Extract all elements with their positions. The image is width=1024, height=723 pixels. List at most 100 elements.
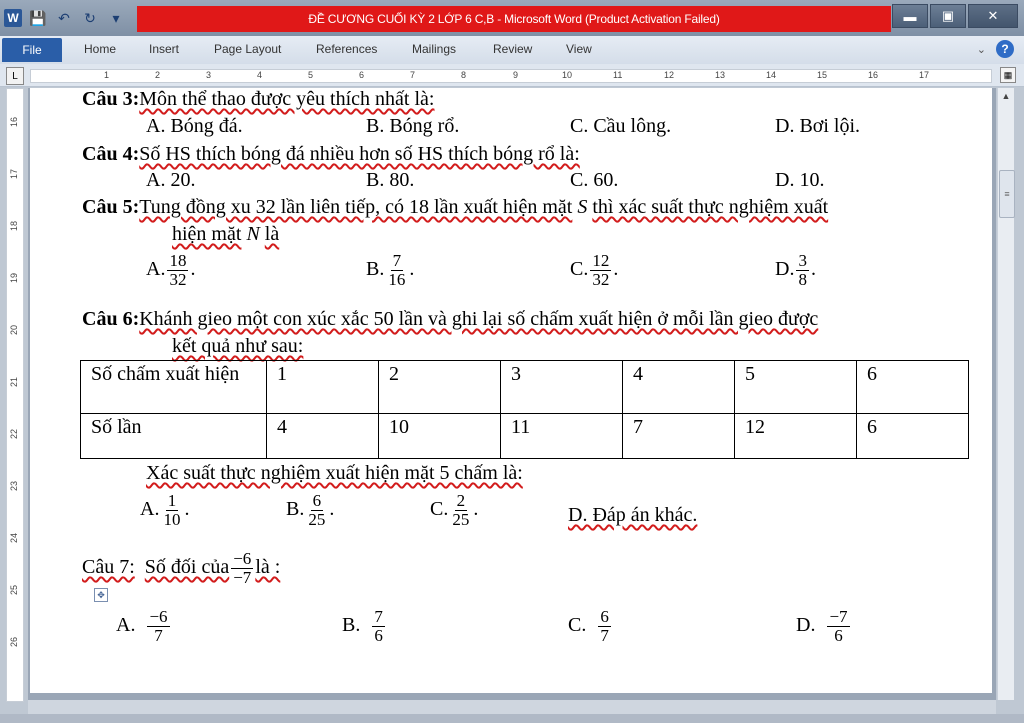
tab-selector[interactable]: L [6, 67, 24, 85]
maximize-button[interactable]: ▣ [930, 4, 966, 28]
table-cell: 6 [856, 413, 969, 459]
fraction: 12 32 [590, 251, 612, 289]
table-row: Số chấm xuất hiện 1 2 3 4 5 6 [80, 360, 969, 414]
fraction: 18 32 [167, 252, 189, 289]
document-body[interactable]: Câu 3:Môn thể thao được yêu thích nhất l… [30, 88, 992, 693]
ruler-number: 5 [308, 70, 314, 80]
window-title: ĐỀ CƯƠNG CUỐI KỲ 2 LỚP 6 C,B - Microsoft… [137, 6, 891, 32]
option-letter: D. [796, 614, 816, 637]
denominator: 32 [169, 270, 187, 289]
tab-review[interactable]: Review [493, 42, 532, 56]
q7-option-b: B. 76 [342, 608, 387, 645]
table-cell: 11 [500, 413, 623, 459]
table-cell: 2 [378, 360, 501, 414]
table-move-handle-icon[interactable]: ✥ [94, 588, 108, 602]
vertical-scrollbar[interactable]: ▲ ≡ [997, 88, 1015, 700]
ruler-number: 9 [513, 70, 519, 80]
tab-page-layout[interactable]: Page Layout [214, 42, 281, 56]
tab-mailings[interactable]: Mailings [412, 42, 456, 56]
ruler-number: 11 [613, 70, 623, 80]
question-6: Câu 6:Khánh gieo một con xúc xắc 50 lần … [82, 308, 818, 331]
tab-home[interactable]: Home [84, 42, 116, 56]
ruler-number: 8 [461, 70, 467, 80]
ruler-number: 7 [410, 70, 416, 80]
q4-option-a: A. 20. [146, 169, 196, 191]
table-cell: 1 [266, 360, 379, 414]
table-cell: 4 [266, 413, 379, 459]
horizontal-ruler[interactable]: L 1 2 3 4 5 6 7 8 9 10 11 12 13 14 15 16… [0, 64, 1024, 87]
table-cell: 4 [622, 360, 735, 414]
vruler-number: 16 [9, 116, 20, 128]
undo-icon[interactable]: ↶ [54, 8, 74, 28]
tab-insert[interactable]: Insert [149, 42, 179, 56]
numerator: 6 [310, 491, 324, 511]
numerator: 7 [390, 251, 404, 271]
question-text: Xác suất thực nghiệm xuất hiện mặt 5 chấ… [146, 462, 523, 484]
q7-option-c: C. 67 [568, 608, 613, 645]
help-icon[interactable]: ? [996, 40, 1014, 58]
minimize-button[interactable]: ▬ [892, 4, 928, 28]
vertical-ruler[interactable]: 16 17 18 19 20 21 22 23 24 25 26 [6, 88, 24, 702]
ruler-number: 15 [817, 70, 828, 80]
horizontal-scrollbar[interactable] [28, 700, 996, 714]
tab-file[interactable]: File [2, 38, 62, 62]
question-label: Câu 7: [82, 556, 135, 579]
title-bar: W 💾 ↶ ↻ ▾ ĐỀ CƯƠNG CUỐI KỲ 2 LỚP 6 C,B -… [0, 0, 1024, 36]
vruler-number: 20 [9, 324, 20, 336]
tab-view[interactable]: View [566, 42, 592, 56]
close-button[interactable]: ✕ [968, 4, 1018, 28]
table-cell: Số chấm xuất hiện [80, 360, 267, 414]
denominator: 7 [154, 626, 163, 645]
q3-option-b: B. Bóng rổ. [366, 115, 460, 137]
customize-toolbar-icon[interactable]: ▾ [106, 8, 126, 28]
numerator: 12 [590, 251, 612, 271]
numerator: 2 [454, 491, 468, 511]
question-text: Số HS thích bóng đá nhiều hơn số HS thíc… [139, 143, 580, 165]
tab-references[interactable]: References [316, 42, 377, 56]
redo-icon[interactable]: ↻ [80, 8, 100, 28]
table-cell: 5 [734, 360, 857, 414]
q4-option-c: C. 60. [570, 169, 619, 191]
fraction: 2 25 [450, 492, 471, 529]
vruler-number: 18 [9, 220, 20, 232]
ruler-number: 1 [104, 70, 110, 80]
save-icon[interactable]: 💾 [28, 8, 48, 28]
q6-subquestion: Xác suất thực nghiệm xuất hiện mặt 5 chấ… [146, 462, 523, 485]
question-text: hiện mặt [172, 223, 242, 245]
scroll-thumb[interactable]: ≡ [999, 170, 1015, 218]
ruler-number: 10 [562, 70, 573, 80]
table-cell: 12 [734, 413, 857, 459]
vruler-number: 25 [9, 584, 20, 596]
denominator: 25 [308, 510, 326, 529]
fraction: 6 25 [306, 492, 327, 529]
option-letter: A. [116, 614, 136, 637]
ruler-number: 3 [206, 70, 212, 80]
document-page[interactable]: Câu 3:Môn thể thao được yêu thích nhất l… [30, 88, 992, 693]
fraction: 7 16 [386, 252, 407, 289]
numerator: −6 [147, 607, 170, 627]
q7-option-a: A. −6 7 [116, 608, 172, 645]
vruler-number: 19 [9, 272, 20, 284]
q3-option-a: A. Bóng đá. [146, 115, 243, 137]
denominator: 7 [600, 626, 609, 645]
question-text: Tung đồng xu 32 lần liên tiếp, có 18 lần… [139, 196, 573, 218]
q6-option-a: A. 1 10. [140, 491, 190, 529]
option-letter: B. [286, 498, 305, 521]
minimize-ribbon-icon[interactable]: ⌄ [977, 43, 986, 56]
question-text: Môn thể thao được yêu thích nhất là: [139, 88, 435, 110]
ruler-number: 17 [919, 70, 930, 80]
q3-option-c: C. Cầu lông. [570, 115, 672, 137]
q7-option-d: D. −7 6 [796, 608, 852, 645]
vruler-number: 21 [9, 376, 20, 388]
word-app-icon[interactable]: W [4, 9, 22, 27]
q5-option-d: D. 3 8. [775, 251, 816, 289]
fraction: 76 [372, 608, 385, 645]
ruler-number: 13 [715, 70, 726, 80]
denominator: 8 [798, 270, 807, 289]
window-controls: ▬ ▣ ✕ [892, 4, 1018, 28]
option-letter: C. [430, 498, 449, 521]
ruler-track[interactable] [30, 69, 992, 83]
question-text: là : [255, 556, 281, 579]
view-ruler-icon[interactable]: ▦ [1000, 67, 1016, 83]
scroll-up-icon[interactable]: ▲ [998, 88, 1014, 104]
